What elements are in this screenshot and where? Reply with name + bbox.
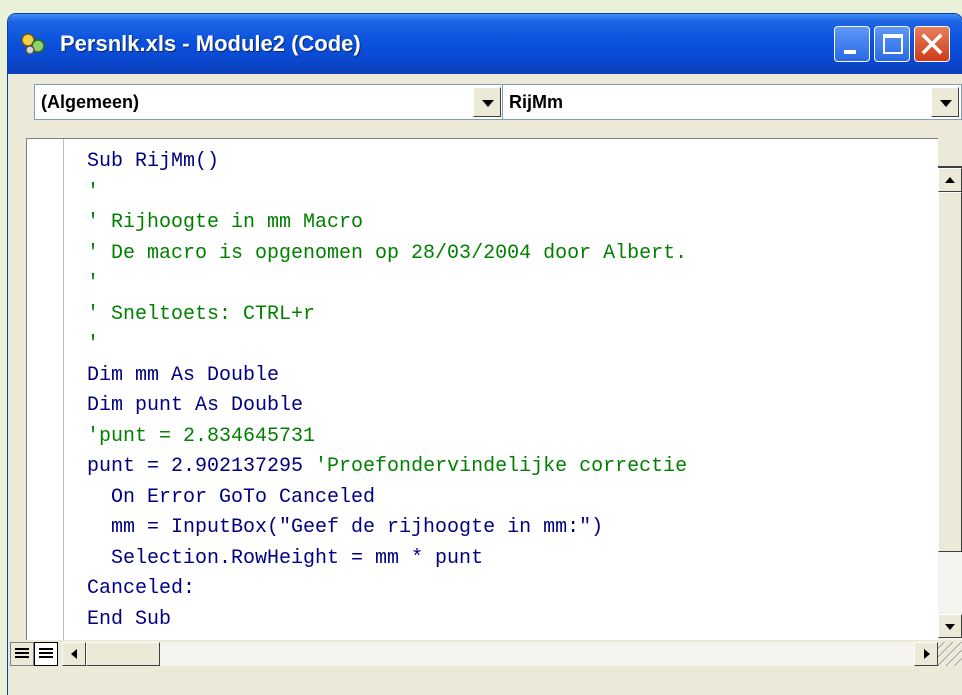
maximize-icon — [883, 34, 903, 54]
code-line[interactable]: ' — [87, 269, 687, 300]
vertical-scrollbar[interactable] — [938, 138, 962, 640]
bottom-bar — [8, 640, 962, 695]
code-line[interactable]: mm = InputBox("Geef de rijhoogte in mm:"… — [87, 513, 687, 544]
split-bar[interactable] — [938, 138, 962, 168]
chevron-down-icon — [945, 624, 955, 630]
code-text[interactable]: Sub RijMm() ' ' Rijhoogte in mm Macro ' De … — [87, 147, 687, 635]
code-line[interactable]: punt = 2.902137295 'Proefondervindelijke… — [87, 452, 687, 483]
object-dropdown-value: (Algemeen) — [41, 92, 140, 112]
close-icon — [921, 33, 943, 55]
full-module-view-button[interactable] — [34, 642, 58, 666]
scroll-right-button[interactable] — [914, 642, 938, 666]
code-line[interactable]: ' De macro is opgenomen op 28/03/2004 do… — [87, 239, 687, 270]
chevron-down-icon — [940, 100, 952, 107]
code-line[interactable]: Selection.RowHeight = mm * punt — [87, 544, 687, 575]
code-line[interactable]: End Sub — [87, 605, 687, 636]
code-line[interactable]: 'punt = 2.834645731 — [87, 422, 687, 453]
procedure-dropdown-arrow-button[interactable] — [931, 87, 959, 117]
code-line[interactable]: ' Rijhoogte in mm Macro — [87, 208, 687, 239]
maximize-button[interactable] — [874, 26, 910, 62]
code-line[interactable]: Sub RijMm() — [87, 147, 687, 178]
horizontal-scrollbar[interactable] — [62, 642, 938, 666]
object-dropdown[interactable]: (Algemeen) — [34, 84, 504, 120]
scroll-up-button[interactable] — [938, 168, 962, 192]
vertical-scroll-thumb[interactable] — [938, 192, 962, 552]
title-bar[interactable]: Persnlk.xls - Module2 (Code) — [8, 14, 962, 74]
code-line[interactable]: On Error GoTo Canceled — [87, 483, 687, 514]
code-line[interactable]: ' — [87, 330, 687, 361]
code-window: Persnlk.xls - Module2 (Code) (Algemeen) … — [8, 14, 962, 695]
inline-comment: 'Proefondervindelijke correctie — [315, 455, 688, 478]
code-line[interactable]: Dim mm As Double — [87, 361, 687, 392]
resize-grip-icon[interactable] — [938, 642, 962, 666]
code-editor[interactable]: Sub RijMm() ' ' Rijhoogte in mm Macro ' De … — [26, 138, 938, 640]
full-module-view-icon — [39, 648, 53, 660]
code-line[interactable]: Dim punt As Double — [87, 391, 687, 422]
chevron-up-icon — [945, 177, 955, 183]
code-segment: punt = 2.902137295 — [87, 455, 316, 478]
minimize-button[interactable] — [834, 26, 870, 62]
close-button[interactable] — [914, 26, 950, 62]
procedure-dropdown[interactable]: RijMm — [502, 84, 962, 120]
minimize-icon — [844, 50, 856, 54]
window-title: Persnlk.xls - Module2 (Code) — [60, 31, 361, 56]
scroll-left-button[interactable] — [62, 642, 86, 666]
scroll-down-button[interactable] — [938, 614, 962, 638]
object-dropdown-arrow-button[interactable] — [473, 87, 501, 117]
procedure-view-icon — [15, 648, 29, 660]
margin-indicator-bar[interactable] — [27, 139, 64, 640]
procedure-view-button[interactable] — [10, 642, 34, 666]
code-line[interactable]: ' Sneltoets: CTRL+r — [87, 300, 687, 331]
chevron-down-icon — [482, 100, 494, 107]
chevron-right-icon — [924, 649, 930, 659]
procedure-dropdown-value: RijMm — [509, 92, 563, 112]
vba-module-icon — [21, 33, 45, 55]
code-line[interactable]: ' — [87, 178, 687, 209]
code-line[interactable]: Canceled: — [87, 574, 687, 605]
horizontal-scroll-thumb[interactable] — [86, 642, 160, 666]
chevron-left-icon — [71, 649, 77, 659]
